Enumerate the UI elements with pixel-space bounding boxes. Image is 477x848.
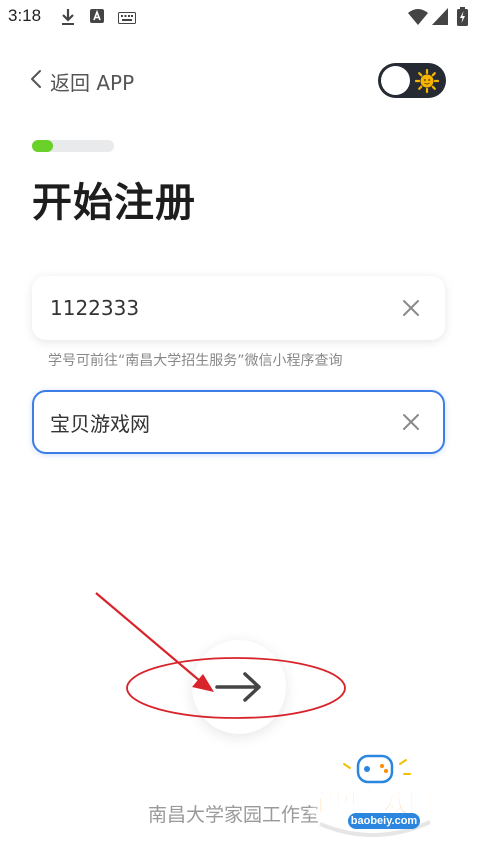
- name-input[interactable]: [50, 392, 390, 452]
- watermark-url: baobeiy.com: [348, 813, 420, 829]
- back-label: 返回 APP: [50, 70, 135, 95]
- chevron-left-icon: [30, 69, 42, 94]
- arrow-right-icon: [215, 672, 261, 702]
- download-icon: [60, 8, 76, 31]
- sun-icon: [414, 68, 440, 98]
- name-field[interactable]: [32, 390, 445, 454]
- watermark-logo: 宝贝游戏网 baobeiy.com: [300, 752, 450, 838]
- progress-fill: [32, 140, 53, 152]
- clear-name-button[interactable]: [401, 412, 421, 432]
- clear-student-id-button[interactable]: [401, 298, 421, 318]
- status-bar: 3:18: [0, 0, 477, 34]
- next-button[interactable]: [192, 640, 286, 734]
- wifi-icon: [408, 9, 428, 30]
- student-id-field[interactable]: [32, 276, 445, 340]
- annotation-arrow-line: [95, 592, 201, 682]
- keyboard-icon: [118, 11, 136, 29]
- battery-charging-icon: [457, 7, 468, 31]
- close-icon: [403, 414, 419, 430]
- progress-bar: [32, 140, 114, 152]
- student-id-hint: 学号可前往“南昌大学招生服务”微信小程序查询: [48, 353, 343, 369]
- page-title: 开始注册: [32, 180, 196, 226]
- student-id-input[interactable]: [50, 276, 390, 340]
- back-button[interactable]: 返回 APP: [30, 66, 134, 96]
- theme-toggle[interactable]: [378, 63, 446, 98]
- status-time: 3:18: [8, 6, 42, 25]
- close-icon: [403, 300, 419, 316]
- a-badge-icon: [90, 8, 104, 29]
- toggle-knob: [381, 66, 410, 95]
- signal-icon: [432, 8, 448, 30]
